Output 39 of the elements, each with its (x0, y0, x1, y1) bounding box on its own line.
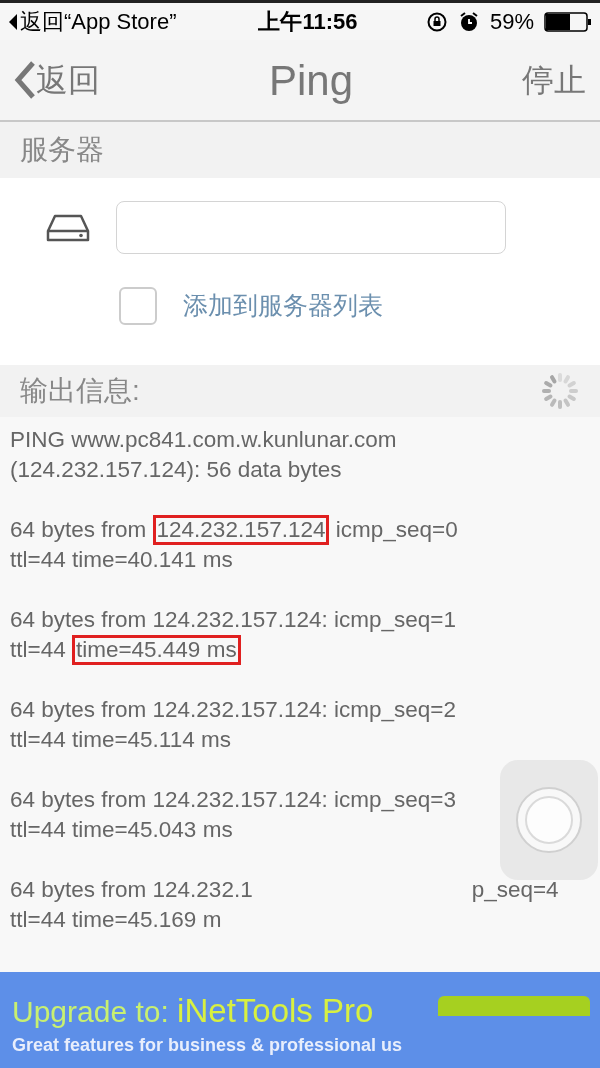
chevron-left-icon (14, 61, 36, 99)
output-text: time=45.449 ms (71, 635, 241, 665)
output-text: 64 bytes from 124.232.157.124: icmp_seq=2 (10, 696, 456, 725)
section-header: 服务器 (20, 133, 104, 167)
output-text: (124.232.157.124): 56 data bytes (10, 456, 342, 485)
rotation-lock-icon (425, 10, 448, 33)
status-time: 上午11:56 (257, 8, 359, 36)
back-arrow-icon (8, 12, 18, 31)
floating-button[interactable] (500, 760, 598, 880)
ad-product-name: iNetTools Pro (177, 992, 374, 1029)
output-text: 124.232.157.124 (152, 515, 330, 545)
ad-headline: Upgrade to: (12, 995, 170, 1028)
output-text: ttl=44 time=40.141 ms (10, 546, 233, 575)
output-text: ttl=44 (10, 636, 67, 665)
output-text: ttl=44 time=45.114 ms (10, 726, 231, 755)
output-text: PING www.pc841.com.w.kunlunar.com (10, 426, 397, 455)
output-text: p_seq=4 (471, 876, 559, 905)
output-text: 64 bytes from (10, 516, 148, 545)
section-header: 输出信息: (20, 374, 140, 408)
upgrade-button[interactable] (438, 996, 590, 1016)
drive-icon (46, 212, 90, 243)
circle-icon (514, 785, 584, 855)
server-input-field[interactable] (116, 201, 506, 254)
checkbox-label[interactable]: 添加到服务器列表 (183, 287, 383, 325)
battery-icon (544, 10, 592, 33)
back-to-app-link[interactable]: 返回“App Store” (20, 5, 177, 38)
ad-banner[interactable]: Upgrade to: iNetTools Pro Great features for business & professional us (0, 972, 600, 1068)
stop-button[interactable]: 停止 (522, 56, 586, 104)
output-text: 64 bytes from 124.232.1 (10, 876, 253, 905)
nav-title: Ping (268, 55, 354, 106)
output-text: ttl=44 time=45.043 ms (10, 816, 233, 845)
battery-percent: 59% (489, 8, 534, 36)
output-text: 64 bytes from 124.232.157.124: icmp_seq=3 (10, 786, 456, 815)
output-text: icmp_seq=0 (334, 516, 458, 545)
output-text: ttl=44 time=45.169 m (10, 906, 222, 935)
checkbox[interactable] (119, 287, 157, 325)
back-button[interactable]: 返回 (14, 56, 100, 104)
ad-tagline: Great features for business & professional us (12, 1034, 403, 1057)
output-text: 64 bytes from 124.232.157.124: icmp_seq=1 (10, 606, 456, 635)
